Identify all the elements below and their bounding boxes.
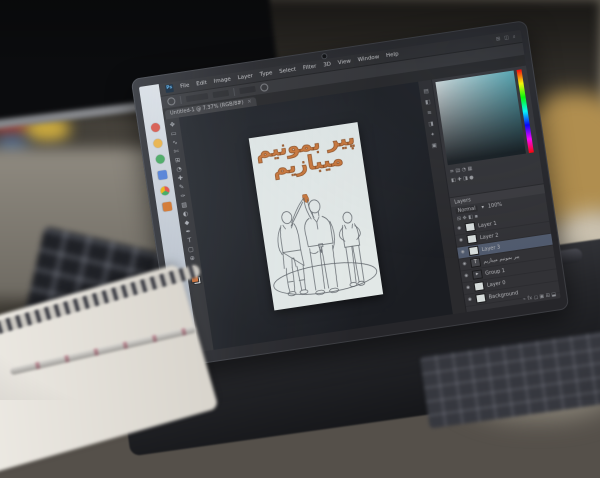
flow-control[interactable] bbox=[239, 86, 256, 94]
visibility-eye-icon[interactable]: ◉ bbox=[461, 250, 467, 256]
color-picker-panel bbox=[435, 69, 535, 165]
menu-edit[interactable]: Edit bbox=[196, 80, 207, 88]
layer-name: Layer 0 bbox=[487, 280, 506, 289]
quick-selection-tool[interactable]: ✄ bbox=[173, 148, 179, 157]
menu-file[interactable]: File bbox=[180, 83, 190, 90]
layer-thumbnail bbox=[468, 246, 479, 256]
photoshop-logo-icon: Ps bbox=[165, 84, 174, 93]
group-layer-icon: ▸ bbox=[472, 269, 483, 279]
search-icon[interactable]: ⌕ bbox=[512, 34, 516, 40]
swatches-panel-icon[interactable]: ◧ bbox=[425, 99, 431, 106]
layer-thumbnail bbox=[473, 281, 484, 291]
eraser-tool[interactable]: ▨ bbox=[181, 201, 188, 210]
layer-name: Layer 1 bbox=[478, 220, 497, 229]
drive-yellow-icon[interactable] bbox=[152, 138, 162, 148]
canvas-area[interactable]: پیر بمونیم میبازیم bbox=[179, 82, 453, 350]
eyedropper-tool[interactable]: ◔ bbox=[176, 166, 182, 175]
menu-window[interactable]: Window bbox=[357, 54, 379, 63]
brush-preview-icon[interactable] bbox=[167, 97, 176, 106]
menu-3d[interactable]: 3D bbox=[323, 61, 332, 68]
figures-illustration bbox=[258, 183, 383, 310]
healing-brush-tool[interactable]: ✚ bbox=[177, 175, 183, 184]
menu-help[interactable]: Help bbox=[386, 51, 399, 59]
menu-type[interactable]: Type bbox=[259, 70, 272, 78]
arrange-icon[interactable]: ◫ bbox=[504, 35, 510, 42]
info-panel-icon[interactable]: ▣ bbox=[431, 143, 437, 150]
menu-layer[interactable]: Layer bbox=[237, 73, 253, 81]
close-icon[interactable]: × bbox=[247, 99, 252, 106]
menu-view[interactable]: View bbox=[338, 58, 352, 66]
green-app-icon[interactable] bbox=[155, 154, 165, 164]
color-panel-icon[interactable]: ▤ bbox=[423, 88, 429, 95]
orange-app-icon[interactable] bbox=[162, 202, 172, 212]
shape-tool[interactable]: ▢ bbox=[188, 246, 195, 255]
layer-name: Layer 2 bbox=[479, 232, 498, 241]
visibility-eye-icon[interactable]: ◉ bbox=[464, 273, 470, 279]
layer-list: ◉ Layer 1 ◉ Layer 2 ◉ bbox=[454, 210, 560, 303]
visibility-eye-icon[interactable]: ◉ bbox=[462, 261, 468, 267]
saturation-value-field[interactable] bbox=[435, 70, 526, 165]
layer-name: Layer 3 bbox=[481, 244, 500, 253]
poster-document: پیر بمونیم میبازیم bbox=[249, 122, 384, 310]
airbrush-toggle-icon[interactable] bbox=[260, 83, 269, 92]
visibility-eye-icon[interactable]: ◉ bbox=[466, 285, 472, 291]
gradient-tool[interactable]: ◐ bbox=[183, 210, 189, 219]
move-tool[interactable]: ✥ bbox=[169, 121, 175, 130]
type-tool[interactable]: T bbox=[187, 237, 192, 245]
chevron-down-icon: ▾ bbox=[481, 204, 484, 210]
text-layer-thumbnail: T bbox=[470, 258, 481, 268]
layer-name: Group 1 bbox=[485, 267, 506, 276]
layer-thumbnail bbox=[465, 222, 476, 232]
laptop-screen: Ps File Edit Image Layer Type Select Fil… bbox=[139, 30, 561, 355]
menu-select[interactable]: Select bbox=[279, 67, 297, 75]
marquee-tool[interactable]: ▭ bbox=[170, 130, 177, 139]
styles-panel-icon[interactable]: ✦ bbox=[430, 132, 435, 139]
lasso-tool[interactable]: ∿ bbox=[172, 139, 178, 148]
properties-panel-icon[interactable]: ≡ bbox=[427, 110, 432, 117]
photoshop-window: Ps File Edit Image Layer Type Select Fil… bbox=[159, 30, 561, 352]
visibility-eye-icon[interactable]: ◉ bbox=[459, 238, 465, 244]
laptop-lid: Ps File Edit Image Layer Type Select Fil… bbox=[131, 20, 570, 368]
layer-thumbnail bbox=[466, 234, 477, 244]
hand-tool[interactable]: ⊕ bbox=[189, 255, 195, 264]
options-separator bbox=[233, 88, 235, 96]
workspace-switcher-icon[interactable]: ⊞ bbox=[496, 36, 501, 43]
opacity-control[interactable] bbox=[212, 90, 229, 98]
mode-dropdown[interactable] bbox=[186, 93, 209, 102]
browser-red-icon[interactable] bbox=[150, 122, 160, 132]
adjustments-panel-icon[interactable]: ◨ bbox=[428, 121, 434, 128]
pen-tool[interactable]: ✒ bbox=[185, 228, 191, 237]
menu-image[interactable]: Image bbox=[213, 76, 231, 84]
dodge-tool[interactable]: ◆ bbox=[184, 219, 190, 228]
crop-tool[interactable]: ⊞ bbox=[175, 157, 181, 166]
blue-app-icon[interactable] bbox=[157, 170, 167, 180]
clone-stamp-tool[interactable]: ✑ bbox=[180, 192, 186, 201]
visibility-eye-icon[interactable]: ◉ bbox=[457, 226, 463, 232]
menu-filter[interactable]: Filter bbox=[303, 64, 317, 72]
chrome-icon[interactable] bbox=[159, 186, 169, 196]
brush-tool[interactable]: ✎ bbox=[179, 183, 185, 192]
options-separator bbox=[180, 96, 182, 104]
layers-panel: Layers Normal ▾ 100% ⊞ ✥ ◧ ▪ ◉ Layer 1 bbox=[450, 183, 561, 312]
